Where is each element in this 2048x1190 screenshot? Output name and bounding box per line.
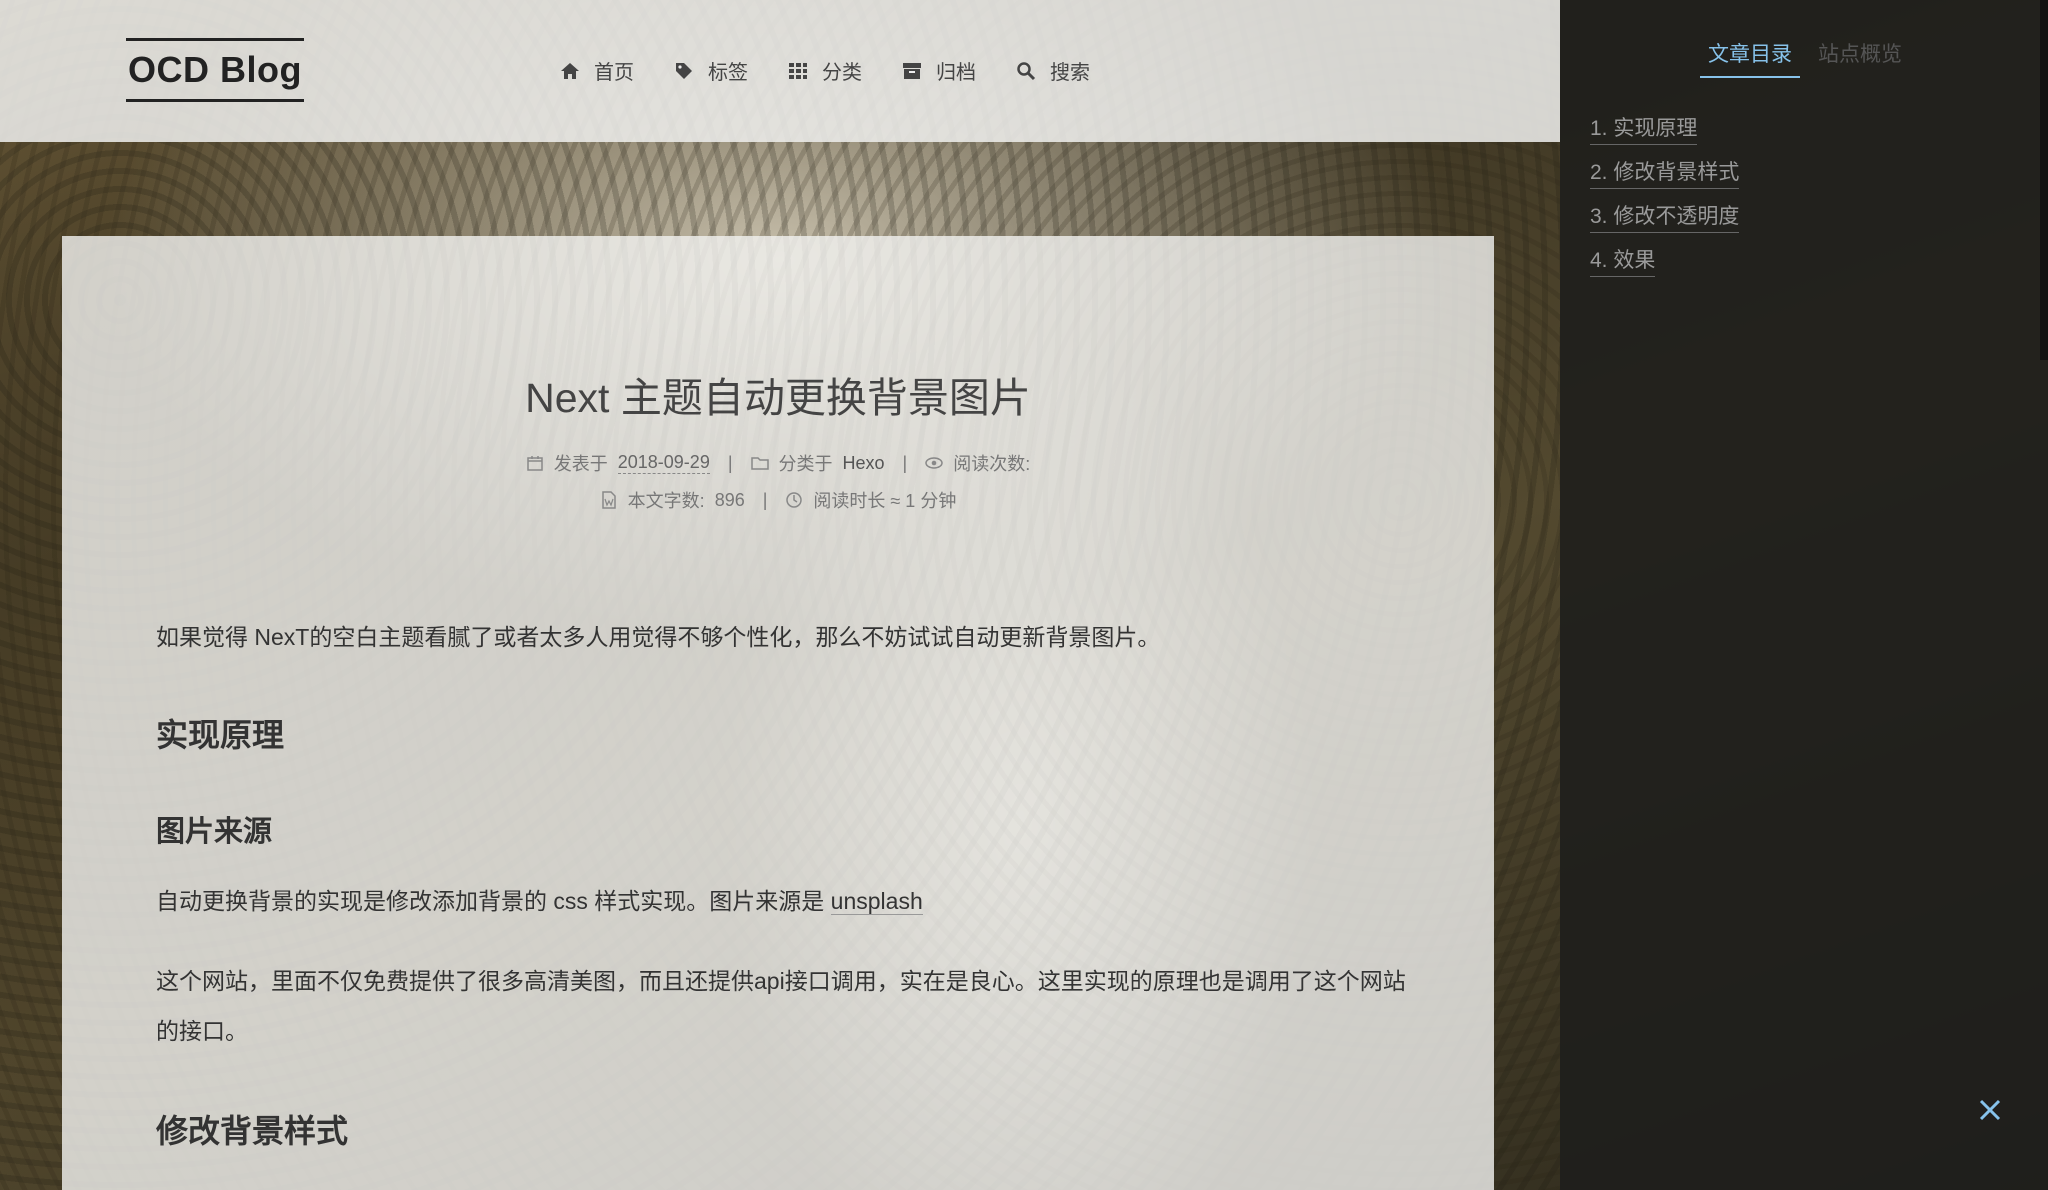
wordcount-value: 896 xyxy=(714,489,745,510)
toc-item[interactable]: 3. 修改不透明度 xyxy=(1590,200,1740,233)
site-header: OCD Blog 首页 标签 分类 归档 搜索 xyxy=(0,0,1560,142)
scrollbar[interactable] xyxy=(2040,0,2048,360)
grid-icon xyxy=(789,62,807,79)
toc-list: 1. 实现原理 2. 修改背景样式 3. 修改不透明度 4. 效果 xyxy=(1590,112,1740,288)
site-brand[interactable]: OCD Blog xyxy=(126,38,304,102)
posted-label: 发表于 xyxy=(553,454,608,474)
post-meta-primary: 发表于 2018-09-29 | 分类于 Hexo | 阅读次数: xyxy=(62,450,1494,476)
tab-overview[interactable]: 站点概览 xyxy=(1810,38,1910,78)
search-icon xyxy=(1017,61,1036,80)
toc-item[interactable]: 2. 修改背景样式 xyxy=(1590,156,1740,189)
unsplash-link[interactable]: unsplash xyxy=(830,888,923,915)
post-meta-secondary: 本文字数: 896 | 阅读时长 ≈ 1 分钟 xyxy=(62,487,1494,513)
post-intro: 如果觉得 NexT的空白主题看腻了或者太多人用觉得不够个性化，那么不妨试试自动更… xyxy=(156,624,1161,650)
menu-item-categories[interactable]: 分类 xyxy=(788,56,862,85)
menu-item-tags[interactable]: 标签 xyxy=(674,56,748,85)
folder-icon xyxy=(750,457,769,470)
menu-label-archives: 归档 xyxy=(936,62,976,84)
category-link[interactable]: Hexo xyxy=(843,453,885,474)
meta-separator: | xyxy=(902,452,908,473)
paragraph-site: 这个网站，里面不仅免费提供了很多高清美图，而且还提供api接口调用，实在是良心。… xyxy=(156,968,1406,1044)
archive-icon xyxy=(903,62,921,79)
menu-label-tags: 标签 xyxy=(708,62,748,84)
close-icon[interactable] xyxy=(1976,1096,2004,1124)
readtime: 阅读时长 ≈ 1 分钟 xyxy=(813,491,957,511)
tab-toc[interactable]: 文章目录 xyxy=(1700,38,1800,78)
sidebar: 文章目录 站点概览 1. 实现原理 2. 修改背景样式 3. 修改不透明度 4.… xyxy=(1560,0,2048,1190)
toc-item[interactable]: 1. 实现原理 xyxy=(1590,112,1698,145)
main-menu: 首页 标签 分类 归档 搜索 xyxy=(560,56,1090,85)
eye-icon xyxy=(925,457,943,469)
heading-principle: 实现原理 xyxy=(156,717,285,753)
heading-source: 图片来源 xyxy=(156,816,273,848)
wordcount-label: 本文字数: xyxy=(627,491,705,511)
views-label: 阅读次数: xyxy=(953,454,1031,474)
toc-item[interactable]: 4. 效果 xyxy=(1590,244,1656,277)
clock-icon xyxy=(786,492,803,508)
file-word-icon xyxy=(601,491,616,509)
calendar-icon xyxy=(527,456,543,471)
menu-label-categories: 分类 xyxy=(822,62,862,84)
home-icon xyxy=(561,62,579,79)
post-card: Next 主题自动更换背景图片 发表于 2018-09-29 | 分类于 Hex… xyxy=(62,236,1494,1190)
menu-item-home[interactable]: 首页 xyxy=(560,56,634,85)
menu-item-search[interactable]: 搜索 xyxy=(1016,56,1090,85)
heading-modify: 修改背景样式 xyxy=(156,1113,349,1149)
meta-separator: | xyxy=(762,489,768,510)
paragraph-source: 自动更换背景的实现是修改添加背景的 css 样式实现。图片来源是 unsplas… xyxy=(156,876,1406,926)
menu-label-home: 首页 xyxy=(594,62,634,84)
tags-icon xyxy=(676,62,692,79)
menu-label-search: 搜索 xyxy=(1050,62,1090,84)
category-label: 分类于 xyxy=(778,454,833,474)
paragraph-source-text: 自动更换背景的实现是修改添加背景的 css 样式实现。图片来源是 xyxy=(156,888,831,914)
post-title: Next 主题自动更换背景图片 xyxy=(525,375,1031,421)
menu-item-archives[interactable]: 归档 xyxy=(902,56,976,85)
sidebar-tabs: 文章目录 站点概览 xyxy=(1700,38,1910,78)
meta-separator: | xyxy=(727,452,733,473)
post-date[interactable]: 2018-09-29 xyxy=(617,452,710,474)
brand-title: OCD Blog xyxy=(128,49,302,90)
